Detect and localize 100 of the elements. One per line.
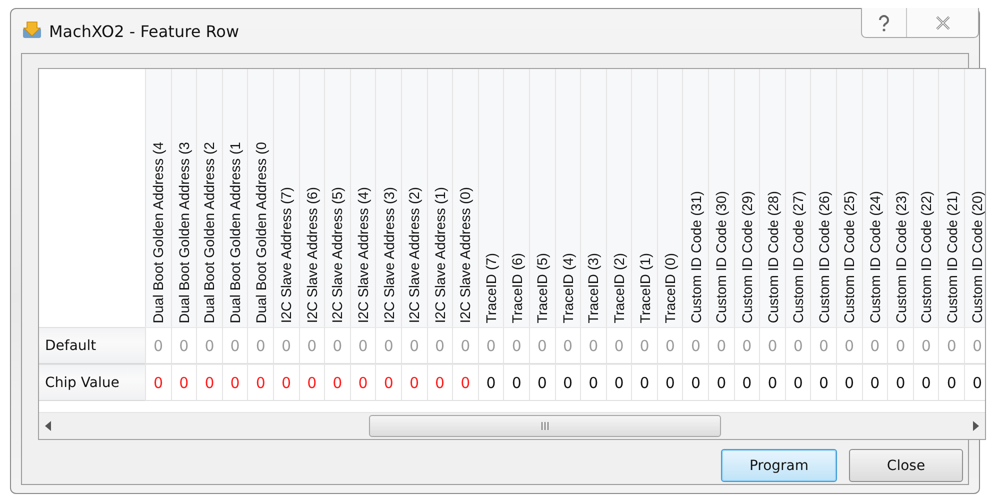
column-header: Dual Boot Golden Address (3 (170, 69, 196, 327)
column-header: I2C Slave Address (0) (452, 69, 478, 327)
row-header: Chip Value (39, 364, 145, 401)
table-cell: 0 (554, 327, 580, 364)
column-header: I2C Slave Address (2) (400, 69, 427, 327)
table-cell: 0 (222, 327, 248, 364)
scrollbar-thumb[interactable] (369, 415, 721, 437)
close-icon (934, 16, 950, 30)
table-cell: 0 (478, 364, 504, 401)
table-cell: 0 (784, 364, 810, 401)
column-header: TraceID (7) (478, 69, 504, 327)
table-cell: 0 (350, 327, 376, 364)
table-cell: 0 (452, 364, 478, 401)
table-cell: 0 (887, 327, 913, 364)
horizontal-scrollbar[interactable] (39, 412, 985, 439)
table-cell: 0 (375, 364, 401, 401)
table-cell: 0 (170, 327, 196, 364)
table-cell: 0 (606, 327, 632, 364)
row-header: Default (39, 327, 145, 364)
table-cell: 0 (836, 327, 862, 364)
table-cell: 0 (836, 364, 862, 401)
table-cell: 0 (400, 364, 427, 401)
table-cell: 0 (734, 327, 760, 364)
table-cell: 0 (426, 364, 452, 401)
program-button[interactable]: Program (721, 449, 837, 482)
column-header: Custom ID Code (28) (759, 69, 785, 327)
column-header: Custom ID Code (25) (836, 69, 862, 327)
table-cell: 0 (682, 364, 708, 401)
table-cell: 0 (298, 364, 324, 401)
column-header: I2C Slave Address (1) (426, 69, 452, 327)
table-cell: 0 (708, 364, 734, 401)
table-cell: 0 (324, 364, 350, 401)
column-header: Dual Boot Golden Address (1 (222, 69, 248, 327)
table-cell: 0 (196, 327, 222, 364)
column-header: TraceID (0) (656, 69, 682, 327)
column-header: TraceID (6) (503, 69, 529, 327)
column-header: TraceID (2) (606, 69, 632, 327)
column-header: Dual Boot Golden Address (4 (145, 69, 171, 327)
column-header: TraceID (3) (580, 69, 606, 327)
column-header: Custom ID Code (23) (887, 69, 913, 327)
table-cell: 0 (912, 364, 938, 401)
table-cell: 0 (938, 327, 964, 364)
table-cell: 0 (631, 327, 657, 364)
table-cell: 0 (196, 364, 222, 401)
column-header: I2C Slave Address (7) (272, 69, 299, 327)
column-header: Dual Boot Golden Address (2 (196, 69, 222, 327)
table-cell: 0 (810, 364, 836, 401)
help-icon (877, 14, 891, 32)
table-cell: 0 (145, 364, 171, 401)
table-cell: 0 (784, 327, 810, 364)
table-cell: 0 (759, 364, 785, 401)
column-header: TraceID (1) (631, 69, 657, 327)
close-dialog-button[interactable]: Close (849, 449, 963, 482)
table-cell: 0 (912, 327, 938, 364)
table-cell: 0 (324, 327, 350, 364)
column-header: I2C Slave Address (4) (350, 69, 376, 327)
table-cell: 0 (708, 327, 734, 364)
table-cell: 0 (631, 364, 657, 401)
table-cell: 0 (170, 364, 196, 401)
column-header: I2C Slave Address (3) (375, 69, 401, 327)
table-cell: 0 (580, 364, 606, 401)
table-cell: 0 (145, 327, 171, 364)
table-cell: 0 (810, 327, 836, 364)
table-cell: 0 (503, 364, 529, 401)
table-cell: 0 (478, 327, 504, 364)
table-cell: 0 (272, 327, 299, 364)
column-header: TraceID (5) (528, 69, 554, 327)
table-cell: 0 (400, 327, 427, 364)
table-cell: 0 (528, 364, 554, 401)
table-cell: 0 (503, 327, 529, 364)
table-cell: 0 (247, 364, 273, 401)
column-header: TraceID (4) (554, 69, 580, 327)
table-cell: 0 (656, 327, 682, 364)
table-cell: 0 (452, 327, 478, 364)
table-cell: 0 (887, 364, 913, 401)
column-header: Custom ID Code (26) (810, 69, 836, 327)
window-title: MachXO2 - Feature Row (49, 22, 240, 40)
table-cell: 0 (734, 364, 760, 401)
table-cell: 0 (682, 327, 708, 364)
table-cell: 0 (554, 364, 580, 401)
column-header: Custom ID Code (24) (862, 69, 888, 327)
table-cell: 0 (862, 364, 888, 401)
table-cell: 0 (759, 327, 785, 364)
column-header: Custom ID Code (29) (734, 69, 760, 327)
table-cell: 0 (222, 364, 248, 401)
column-header: Custom ID Code (30) (708, 69, 734, 327)
table-cell: 0 (426, 327, 452, 364)
column-header: Dual Boot Golden Address (0 (247, 69, 273, 327)
table-cell: 0 (272, 364, 299, 401)
table-cell: 0 (938, 364, 964, 401)
column-header: Custom ID Code (22) (912, 69, 938, 327)
table-cell: 0 (350, 364, 376, 401)
column-header: Custom ID Code (21) (938, 69, 964, 327)
table-cell: 0 (656, 364, 682, 401)
column-header: Custom ID Code (31) (682, 69, 708, 327)
table-cell: 0 (964, 327, 985, 364)
table-cell: 0 (247, 327, 273, 364)
column-header: Custom ID Code (27) (784, 69, 810, 327)
table-cell: 0 (606, 364, 632, 401)
table-cell: 0 (528, 327, 554, 364)
